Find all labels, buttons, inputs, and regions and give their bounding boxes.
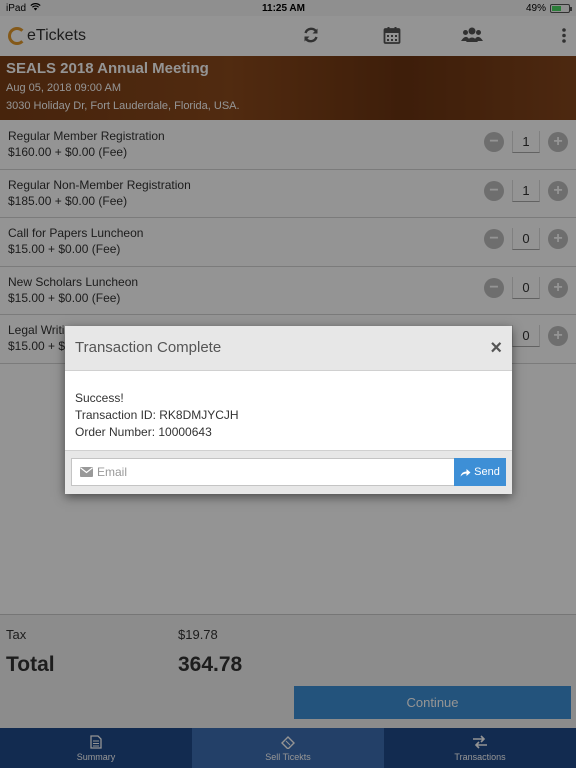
success-text: Success! (75, 391, 124, 405)
send-button[interactable]: Send (454, 458, 506, 486)
send-label: Send (474, 466, 500, 478)
share-icon (460, 468, 471, 476)
order-number: Order Number: 10000643 (75, 425, 212, 439)
dialog-header: Transaction Complete × (65, 326, 512, 371)
dialog-body: Success! Transaction ID: RK8DMJYCJH Orde… (65, 371, 512, 441)
dialog-title: Transaction Complete (75, 339, 222, 356)
close-icon[interactable]: × (490, 338, 502, 358)
envelope-icon (80, 467, 93, 477)
email-field-wrapper (71, 458, 455, 486)
transaction-complete-dialog: Transaction Complete × Success! Transact… (65, 326, 512, 494)
dialog-footer: Send (65, 450, 512, 494)
email-input[interactable] (97, 465, 447, 479)
transaction-id: Transaction ID: RK8DMJYCJH (75, 408, 239, 422)
